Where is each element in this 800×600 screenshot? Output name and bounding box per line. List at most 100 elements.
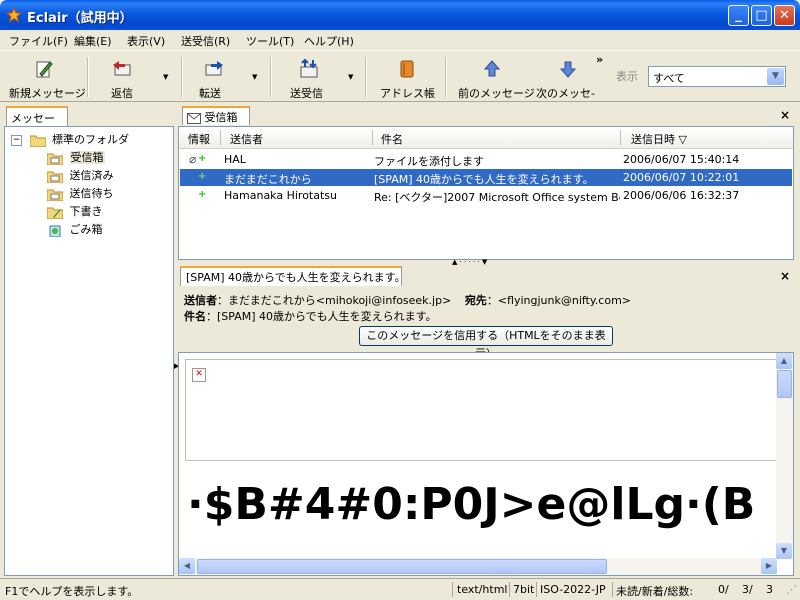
tab-inbox[interactable]: 受信箱 [182,106,250,125]
toolbar-separator [87,57,89,97]
folder-pane: メッセージ − 標準のフォルダ 受信箱 送信済み 送信待ち 下書き ごみ箱 [4,106,174,576]
menu-edit[interactable]: 編集(E) [74,33,112,49]
down-arrow-icon [559,61,577,78]
chevron-down-icon[interactable]: ▼ [767,68,784,85]
subject-value: ：[SPAM] 40歳からでも人生を変えられます。 [206,310,437,323]
tree-root[interactable]: − 標準のフォルダ [11,131,129,149]
status-content-type: text/html [457,583,508,596]
reply-dropdown-icon[interactable]: ▼ [163,73,168,81]
col-divider[interactable] [220,130,221,145]
minimize-button[interactable]: _ [728,5,749,26]
col-divider[interactable] [620,130,621,145]
menu-tools[interactable]: ツール(T) [246,33,294,49]
prev-message-label: 前のメッセージ [458,87,535,100]
status-new: 3/ [742,583,753,596]
next-message-button[interactable]: 次のメッセ- [534,55,596,101]
garbled-body-text: ·$B#4#0:P0J>e@lLg·(B [187,479,756,530]
list-header: 情報 送信者 件名 送信日時 ▽ [179,127,793,149]
collapse-icon[interactable]: − [11,134,22,146]
message-row[interactable]: + Hamanaka Hirotatsu Re: [ベクター]2007 Micr… [180,187,792,204]
tab-inbox-label: 受信箱 [204,111,238,124]
from-line: 送信者：まだまだこれから<mihokoji@infoseek.jp> 宛先：<f… [184,292,631,308]
message-sender: Hamanaka Hirotatsu [224,189,338,202]
scroll-right-icon[interactable]: ▶ [761,558,777,574]
forward-icon [205,61,223,76]
message-subject: Re: [ベクター]2007 Microsoft Office system B… [374,191,620,204]
tree-root-label: 標準のフォルダ [52,133,129,146]
preview-close-icon[interactable]: × [780,269,790,283]
message-row-selected[interactable]: + まだまだこれから [SPAM] 40歳からでも人生を変えられます。 2006… [180,169,792,186]
col-divider[interactable] [372,130,373,145]
menu-help[interactable]: ヘルプ(H) [304,33,354,49]
col-date[interactable]: 送信日時 ▽ [631,131,687,147]
send-receive-dropdown-icon[interactable]: ▼ [348,73,353,81]
message-date: 2006/06/07 15:40:14 [623,153,740,166]
menu-file[interactable]: ファイル(F) [9,33,68,49]
menu-send-receive[interactable]: 送受信(R) [181,33,230,49]
toolbar-overflow-icon[interactable]: » [596,53,603,66]
send-receive-button[interactable]: 送受信 [288,55,330,101]
close-button[interactable]: ✕ [774,5,795,26]
up-arrow-icon [483,60,501,77]
horizontal-scroll-thumb[interactable] [197,559,607,574]
folder-trash[interactable]: ごみ箱 [47,221,103,239]
status-charset: ISO-2022-JP [540,583,606,596]
pane-splitter-icon[interactable]: ▲ · · · · · ▼ [452,258,487,266]
folder-tree: − 標準のフォルダ 受信箱 送信済み 送信待ち 下書き ごみ箱 [4,126,174,576]
maximize-button[interactable]: □ [751,5,772,26]
status-divider [612,582,613,597]
trust-message-button[interactable]: このメッセージを信用する（HTMLをそのまま表示） [359,326,613,360]
col-subject[interactable]: 件名 [381,131,403,147]
col-sender[interactable]: 送信者 [230,131,263,147]
toolbar-separator [365,57,367,97]
vertical-scrollbar[interactable]: ▲ ▼ [776,353,793,559]
folder-sent[interactable]: 送信済み [47,167,114,185]
trash-icon [49,225,61,237]
reply-button[interactable]: 返信 [104,55,144,101]
scroll-down-icon[interactable]: ▼ [776,543,792,559]
vertical-scroll-thumb[interactable] [777,370,792,398]
scroll-left-icon[interactable]: ◀ [179,558,195,574]
subject-line: 件名：[SPAM] 40歳からでも人生を変えられます。 [184,308,437,324]
toolbar-separator [270,57,272,97]
prev-message-button[interactable]: 前のメッセージ [456,55,535,101]
from-label: 送信者 [184,294,217,307]
resize-grip-icon[interactable]: ⋰ [786,583,797,596]
menu-view[interactable]: 表示(V) [127,33,165,49]
new-flag-icon: + [198,171,207,182]
to-value: ：<flyingjunk@nifty.com> [486,294,632,307]
message-row[interactable]: ⌀ + HAL ファイルを添付します 2006/06/07 15:40:14 [180,151,792,168]
message-date: 2006/06/06 16:32:37 [623,189,740,202]
folder-trash-label: ごみ箱 [69,223,103,236]
next-message-label: 次のメッセ- [536,87,595,100]
forward-button[interactable]: 転送 [194,55,234,101]
status-counts-label: 未読/新着/総数: [616,585,694,598]
menu-bar: ファイル(F) 編集(E) 表示(V) 送受信(R) ツール(T) ヘルプ(H) [0,30,800,50]
new-message-label: 新規メッセージ [9,87,86,100]
folder-outbox-label: 送信待ち [69,187,114,200]
status-total: 3 [766,583,773,596]
message-date: 2006/06/07 10:22:01 [623,171,740,184]
new-message-icon [36,61,53,78]
image-placeholder: ✕ [185,359,779,461]
toolbar-separator [181,57,183,97]
forward-label: 転送 [199,87,221,100]
message-body: ✕ ·$B#4#0:P0J>e@lLg·(B ▲ ▼ ◀ ▶ [178,352,794,576]
col-info[interactable]: 情報 [188,131,210,147]
folder-inbox[interactable]: 受信箱 [47,149,105,167]
tab-messages[interactable]: メッセージ [6,106,68,141]
tab-preview[interactable]: [SPAM] 40歳からでも人生を変えられます。 [180,266,406,286]
new-message-button[interactable]: 新規メッセージ [6,55,86,101]
folder-drafts[interactable]: 下書き [47,203,103,221]
subject-label: 件名 [184,310,206,323]
folder-outbox[interactable]: 送信待ち [47,185,114,203]
inbox-close-icon[interactable]: × [780,108,790,122]
status-bits: 7bit [513,583,535,596]
view-filter-select[interactable]: すべて ▼ [648,66,786,87]
forward-dropdown-icon[interactable]: ▼ [252,73,257,81]
address-book-button[interactable]: アドレス帳 [378,55,436,101]
status-bar: F1でヘルプを表示します。 text/html 7bit ISO-2022-JP… [0,578,800,600]
close-icon: ✕ [779,8,790,23]
scroll-up-icon[interactable]: ▲ [776,353,792,369]
horizontal-scrollbar[interactable]: ◀ ▶ [179,558,777,575]
